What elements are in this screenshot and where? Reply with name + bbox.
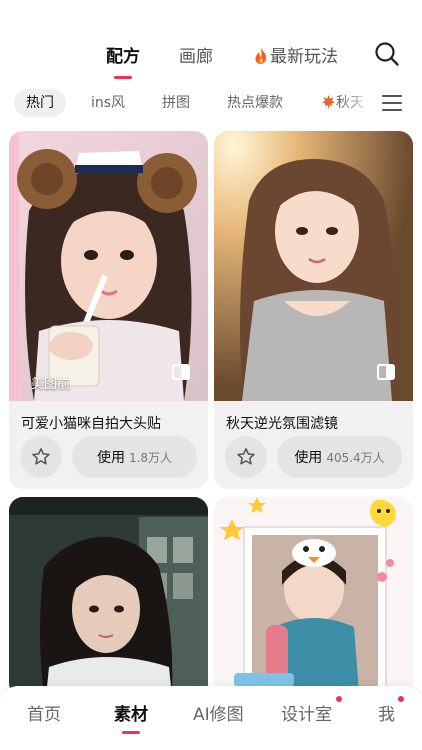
nav-materials-label: 素材 xyxy=(114,705,148,725)
use-label: 使用 xyxy=(96,450,125,466)
recipe-card[interactable] xyxy=(214,497,413,697)
tab-latest-play-label: 最新玩法 xyxy=(270,47,338,67)
card-image[interactable]: 美图前 xyxy=(9,131,208,401)
tab-latest-play[interactable]: 最新玩法 xyxy=(254,42,338,67)
nav-materials[interactable]: 素材 xyxy=(114,700,148,734)
card-title: 可爱小猫咪自拍大头贴 xyxy=(21,416,161,432)
recipe-card[interactable] xyxy=(9,497,208,697)
tab-recipes-label: 配方 xyxy=(106,47,140,67)
collage-photo xyxy=(214,497,413,697)
nav-ai-retouch-label: AI修图 xyxy=(193,705,244,725)
search-icon[interactable] xyxy=(374,41,400,67)
category-bar: 热门 ins风 拼图 热点爆款 秋天 xyxy=(0,89,422,117)
portrait-photo xyxy=(9,131,208,401)
compare-icon[interactable] xyxy=(377,364,395,380)
menu-icon[interactable] xyxy=(382,95,402,111)
bottom-navigation: 首页 素材 AI修图 设计室 我 xyxy=(0,686,422,750)
nav-me-label: 我 xyxy=(378,705,395,725)
star-icon xyxy=(32,448,50,465)
card-image[interactable] xyxy=(214,131,413,401)
maple-leaf-icon xyxy=(321,94,336,109)
card-title: 秋天逆光氛围滤镜 xyxy=(226,416,338,432)
use-label: 使用 xyxy=(294,450,323,466)
flame-icon xyxy=(255,48,267,64)
recipe-card[interactable]: 秋天逆光氛围滤镜 使用 405.4万人 xyxy=(214,131,413,489)
portrait-photo xyxy=(214,131,413,401)
category-collage[interactable]: 拼图 xyxy=(162,89,190,117)
use-count: 405.4万人 xyxy=(326,451,385,465)
nav-design-studio-label: 设计室 xyxy=(281,705,332,725)
favorite-button[interactable] xyxy=(225,436,267,478)
star-icon xyxy=(237,448,255,465)
compare-icon[interactable] xyxy=(172,364,190,380)
page: 配方 画廊 最新玩法 热门 ins风 拼图 热点爆款 秋天 xyxy=(0,0,422,750)
notification-dot xyxy=(398,696,404,702)
active-nav-indicator xyxy=(122,731,140,734)
use-button[interactable]: 使用 1.8万人 xyxy=(72,436,197,478)
favorite-button[interactable] xyxy=(20,436,62,478)
nav-ai-retouch[interactable]: AI修图 xyxy=(193,700,244,725)
category-ins-style[interactable]: ins风 xyxy=(91,89,125,117)
portrait-photo xyxy=(9,497,208,697)
active-tab-indicator xyxy=(114,76,132,79)
top-tab-bar: 配方 画廊 最新玩法 xyxy=(0,38,422,79)
tab-recipes[interactable]: 配方 xyxy=(106,42,140,79)
tab-gallery-label: 画廊 xyxy=(179,47,213,67)
before-label: 美图前 xyxy=(31,377,71,392)
recipe-card[interactable]: 美图前 可爱小猫咪自拍大头贴 使用 1.8万人 xyxy=(9,131,208,489)
nav-me[interactable]: 我 xyxy=(378,700,395,725)
notification-dot xyxy=(336,696,342,702)
card-image[interactable] xyxy=(9,497,208,697)
nav-home[interactable]: 首页 xyxy=(27,700,61,725)
use-count: 1.8万人 xyxy=(128,451,173,465)
category-fade xyxy=(340,89,374,117)
nav-design-studio[interactable]: 设计室 xyxy=(281,700,332,725)
nav-home-label: 首页 xyxy=(27,705,61,725)
card-image[interactable] xyxy=(214,497,413,697)
category-hot[interactable]: 热门 xyxy=(14,89,66,117)
category-trending[interactable]: 热点爆款 xyxy=(227,89,283,117)
tab-gallery[interactable]: 画廊 xyxy=(179,42,213,67)
use-button[interactable]: 使用 405.4万人 xyxy=(277,436,402,478)
